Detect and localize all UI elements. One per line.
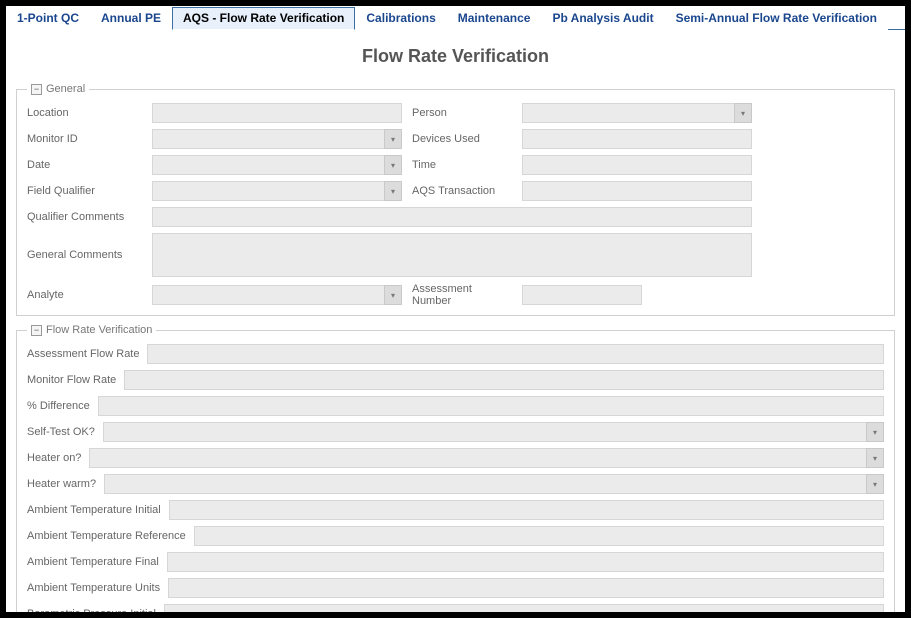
page-title: Flow Rate Verification — [16, 46, 895, 67]
input-monitor-flow-rate[interactable] — [124, 370, 884, 390]
select-analyte-value[interactable] — [152, 285, 402, 305]
label-field-qualifier: Field Qualifier — [27, 185, 142, 197]
input-qualifier-comments[interactable] — [152, 207, 752, 227]
input-devices-used[interactable] — [522, 129, 752, 149]
label-monitor-flow-rate: Monitor Flow Rate — [27, 374, 116, 386]
tab-aqs-flow-rate-verification[interactable]: AQS - Flow Rate Verification — [172, 7, 355, 30]
label-date: Date — [27, 159, 142, 171]
label-ambient-temp-units: Ambient Temperature Units — [27, 582, 160, 594]
tab-label: Pb Analysis Audit — [552, 11, 653, 25]
tab-1-point-qc[interactable]: 1-Point QC — [6, 7, 90, 30]
legend-general: − General — [27, 83, 89, 95]
label-monitor-id: Monitor ID — [27, 133, 142, 145]
label-assessment-number: Assessment Number — [412, 283, 512, 307]
select-self-test-ok[interactable]: ▾ — [103, 422, 884, 442]
collapse-icon[interactable]: − — [31, 84, 42, 95]
select-monitor-id[interactable]: ▾ — [152, 129, 402, 149]
chevron-down-icon[interactable]: ▾ — [384, 155, 402, 175]
input-ambient-temp-reference[interactable] — [194, 526, 884, 546]
content: Flow Rate Verification − General Locatio… — [6, 30, 905, 612]
chevron-down-icon[interactable]: ▾ — [866, 448, 884, 468]
input-time[interactable] — [522, 155, 752, 175]
chevron-down-icon[interactable]: ▾ — [384, 129, 402, 149]
tabbar: 1-Point QC Annual PE AQS - Flow Rate Ver… — [6, 6, 905, 30]
legend-label: General — [46, 83, 85, 95]
tab-label: Calibrations — [366, 11, 435, 25]
legend-verification: − Flow Rate Verification — [27, 324, 156, 336]
input-aqs-transaction[interactable] — [522, 181, 752, 201]
select-analyte[interactable]: ▾ — [152, 285, 402, 305]
label-ambient-temp-initial: Ambient Temperature Initial — [27, 504, 161, 516]
input-assessment-flow-rate[interactable] — [147, 344, 884, 364]
label-assessment-flow-rate: Assessment Flow Rate — [27, 348, 139, 360]
select-field-qualifier-value[interactable] — [152, 181, 402, 201]
select-field-qualifier[interactable]: ▾ — [152, 181, 402, 201]
input-barometric-pressure-initial[interactable] — [164, 604, 884, 612]
label-ambient-temp-final: Ambient Temperature Final — [27, 556, 159, 568]
label-heater-warm: Heater warm? — [27, 478, 96, 490]
label-devices-used: Devices Used — [412, 133, 512, 145]
input-ambient-temp-units[interactable] — [168, 578, 884, 598]
chevron-down-icon[interactable]: ▾ — [866, 474, 884, 494]
label-qualifier-comments: Qualifier Comments — [27, 211, 142, 223]
chevron-down-icon[interactable]: ▾ — [384, 181, 402, 201]
legend-label: Flow Rate Verification — [46, 324, 152, 336]
select-heater-on[interactable]: ▾ — [89, 448, 884, 468]
label-ambient-temp-reference: Ambient Temperature Reference — [27, 530, 186, 542]
chevron-down-icon[interactable]: ▾ — [384, 285, 402, 305]
select-monitor-id-value[interactable] — [152, 129, 402, 149]
tab-maintenance[interactable]: Maintenance — [447, 7, 542, 30]
tab-label: Semi-Annual Flow Rate Verification — [676, 11, 877, 25]
label-general-comments: General Comments — [27, 249, 142, 261]
chevron-down-icon[interactable]: ▾ — [866, 422, 884, 442]
select-person[interactable]: ▾ — [522, 103, 752, 123]
input-assessment-number[interactable] — [522, 285, 642, 305]
tab-calibrations[interactable]: Calibrations — [355, 7, 446, 30]
select-date[interactable]: ▾ — [152, 155, 402, 175]
tab-semi-annual-flow-rate-verification[interactable]: Semi-Annual Flow Rate Verification — [665, 7, 888, 30]
input-ambient-temp-final[interactable] — [167, 552, 884, 572]
label-heater-on: Heater on? — [27, 452, 81, 464]
input-pct-difference[interactable] — [98, 396, 884, 416]
label-location: Location — [27, 107, 142, 119]
input-ambient-temp-initial[interactable] — [169, 500, 884, 520]
label-pct-difference: % Difference — [27, 400, 90, 412]
fieldset-flow-rate-verification: − Flow Rate Verification Assessment Flow… — [16, 324, 895, 612]
select-heater-warm[interactable]: ▾ — [104, 474, 884, 494]
label-barometric-pressure-initial: Barometric Pressure Initial — [27, 608, 156, 612]
tab-label: 1-Point QC — [17, 11, 79, 25]
collapse-icon[interactable]: − — [31, 325, 42, 336]
textarea-general-comments[interactable] — [152, 233, 752, 277]
select-date-value[interactable] — [152, 155, 402, 175]
tab-pb-analysis-audit[interactable]: Pb Analysis Audit — [541, 7, 664, 30]
select-person-value[interactable] — [522, 103, 752, 123]
label-time: Time — [412, 159, 512, 171]
tab-annual-pe[interactable]: Annual PE — [90, 7, 172, 30]
label-aqs-transaction: AQS Transaction — [412, 185, 512, 197]
select-self-test-ok-value[interactable] — [103, 422, 884, 442]
select-heater-warm-value[interactable] — [104, 474, 884, 494]
input-location[interactable] — [152, 103, 402, 123]
tab-label: AQS - Flow Rate Verification — [183, 11, 344, 25]
select-heater-on-value[interactable] — [89, 448, 884, 468]
tab-label: Annual PE — [101, 11, 161, 25]
tab-label: Maintenance — [458, 11, 531, 25]
label-person: Person — [412, 107, 512, 119]
chevron-down-icon[interactable]: ▾ — [734, 103, 752, 123]
fieldset-general: − General Location Person ▾ Monitor ID ▾… — [16, 83, 895, 316]
label-analyte: Analyte — [27, 289, 142, 301]
label-self-test-ok: Self-Test OK? — [27, 426, 95, 438]
